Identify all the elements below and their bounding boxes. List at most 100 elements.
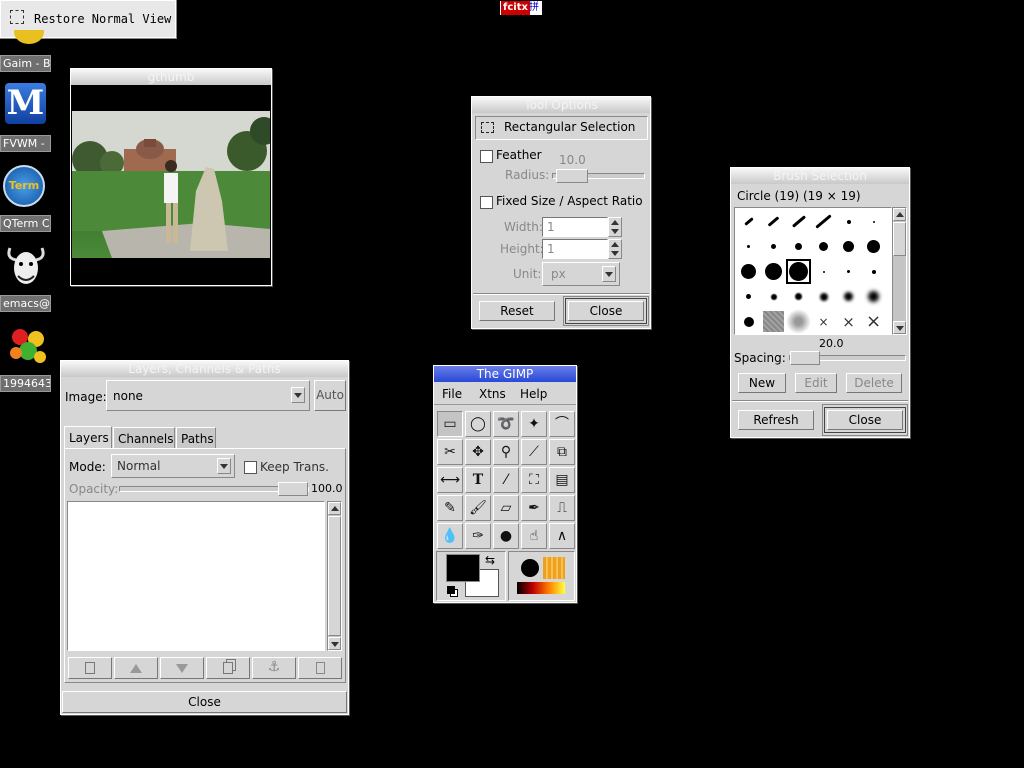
brush-grid[interactable]: × × × bbox=[734, 207, 892, 335]
dodge-burn-tool-icon[interactable]: ● bbox=[493, 523, 519, 549]
lower-layer-button[interactable] bbox=[160, 657, 204, 679]
airbrush-tool-icon[interactable]: ✒ bbox=[521, 495, 547, 521]
width-field[interactable]: 1 bbox=[542, 217, 608, 237]
radius-slider[interactable] bbox=[552, 169, 645, 183]
auto-button[interactable]: Auto bbox=[314, 380, 346, 411]
brush-swatch[interactable] bbox=[786, 259, 811, 284]
width-spin-button[interactable] bbox=[608, 217, 622, 237]
pencil-tool-icon[interactable]: ✎ bbox=[437, 495, 463, 521]
foreground-color-swatch[interactable] bbox=[446, 554, 480, 582]
paintbrush-tool-icon[interactable]: 🖌 bbox=[465, 495, 491, 521]
brush-swatch[interactable]: × bbox=[861, 309, 886, 334]
gaim-icon[interactable] bbox=[8, 30, 48, 48]
bezier-select-tool-icon[interactable]: ⌒ bbox=[549, 411, 575, 437]
clone-tool-icon[interactable]: ⎍ bbox=[549, 495, 575, 521]
flower-app-icon[interactable] bbox=[6, 325, 50, 367]
brush-swatch[interactable] bbox=[761, 284, 786, 309]
desktop-label-fvwm[interactable]: FVWM - bbox=[0, 135, 51, 152]
tool-options-close-button[interactable]: Close bbox=[565, 298, 647, 324]
radius-slider-handle[interactable] bbox=[556, 169, 588, 183]
menu-xtns[interactable]: Xtns bbox=[479, 387, 506, 401]
rect-select-tool-icon[interactable]: ▭ bbox=[437, 411, 463, 437]
new-layer-button[interactable] bbox=[68, 657, 112, 679]
layers-list[interactable] bbox=[67, 501, 325, 651]
layers-scroll-thumb[interactable] bbox=[328, 516, 341, 636]
transform-tool-icon[interactable]: ⧉ bbox=[549, 439, 575, 465]
desktop-label-gaim[interactable]: Gaim - Bu bbox=[0, 55, 51, 72]
qterm-icon[interactable]: Term bbox=[3, 165, 45, 207]
brush-swatch[interactable] bbox=[861, 259, 886, 284]
brush-swatch[interactable] bbox=[861, 234, 886, 259]
gimp-titlebar[interactable]: The GIMP bbox=[434, 366, 576, 382]
layers-close-button[interactable]: Close bbox=[62, 691, 347, 713]
duplicate-layer-button[interactable] bbox=[206, 657, 250, 679]
crop-tool-icon[interactable]: ⟋ bbox=[521, 439, 547, 465]
opacity-slider-handle[interactable] bbox=[278, 482, 308, 496]
flip-tool-icon[interactable]: ⟷ bbox=[437, 467, 463, 493]
brush-swatch[interactable] bbox=[811, 259, 836, 284]
brush-swatch[interactable] bbox=[736, 209, 761, 234]
fixed-size-checkbox[interactable] bbox=[480, 196, 493, 209]
ink-tool-icon[interactable]: ✑ bbox=[465, 523, 491, 549]
brush-scroll-thumb[interactable] bbox=[893, 222, 906, 256]
brush-swatch[interactable] bbox=[861, 209, 886, 234]
brush-swatch[interactable] bbox=[786, 309, 811, 334]
zoom-tool-icon[interactable]: ⚲ bbox=[493, 439, 519, 465]
desktop-label-emacs[interactable]: emacs@t bbox=[0, 295, 51, 312]
brush-swatch[interactable] bbox=[736, 309, 761, 334]
brush-swatch[interactable] bbox=[836, 284, 861, 309]
mode-select[interactable]: Normal bbox=[111, 454, 235, 478]
tab-paths[interactable]: Paths bbox=[176, 427, 216, 449]
blur-tool-icon[interactable]: 💧 bbox=[437, 523, 463, 549]
brush-swatch[interactable] bbox=[786, 209, 811, 234]
ellipse-select-tool-icon[interactable]: ◯ bbox=[465, 411, 491, 437]
spacing-slider[interactable] bbox=[789, 351, 906, 365]
brush-swatch[interactable] bbox=[761, 259, 786, 284]
feather-checkbox[interactable] bbox=[480, 150, 493, 163]
emacs-gnu-icon[interactable] bbox=[4, 244, 48, 288]
raise-layer-button[interactable] bbox=[114, 657, 158, 679]
eraser-tool-icon[interactable]: ▱ bbox=[493, 495, 519, 521]
desktop-label-qterm[interactable]: QTerm C bbox=[0, 215, 51, 232]
brush-swatch[interactable] bbox=[811, 284, 836, 309]
swap-colors-icon[interactable]: ⇆ bbox=[485, 553, 495, 567]
menu-file[interactable]: File bbox=[442, 387, 462, 401]
edit-brush-button[interactable]: Edit bbox=[795, 373, 837, 393]
brush-swatch[interactable] bbox=[836, 234, 861, 259]
brush-swatch[interactable] bbox=[736, 234, 761, 259]
brush-close-button[interactable]: Close bbox=[824, 407, 906, 433]
default-colors-icon[interactable] bbox=[447, 586, 455, 594]
height-spin-button[interactable] bbox=[608, 239, 622, 259]
brush-swatch[interactable] bbox=[861, 284, 886, 309]
brush-scrollbar[interactable] bbox=[892, 207, 907, 335]
brush-indicator[interactable] bbox=[519, 557, 541, 579]
spacing-slider-handle[interactable] bbox=[790, 351, 820, 365]
brush-swatch[interactable] bbox=[736, 259, 761, 284]
layers-scrollbar[interactable] bbox=[327, 501, 342, 651]
text-tool-icon[interactable]: T bbox=[465, 467, 491, 493]
lasso-tool-icon[interactable]: ➰ bbox=[493, 411, 519, 437]
color-picker-tool-icon[interactable]: ⁄ bbox=[493, 467, 519, 493]
layers-titlebar[interactable]: Layers, Channels & Paths bbox=[61, 361, 348, 377]
opacity-slider[interactable] bbox=[119, 482, 309, 496]
height-field[interactable]: 1 bbox=[542, 239, 608, 259]
measure-tool-icon[interactable]: ∧ bbox=[549, 523, 575, 549]
unit-select[interactable]: px bbox=[542, 262, 620, 286]
new-brush-button[interactable]: New bbox=[738, 373, 786, 393]
fvwm-icon[interactable]: M bbox=[5, 83, 46, 124]
tool-options-titlebar[interactable]: Tool Options bbox=[472, 97, 650, 113]
refresh-button[interactable]: Refresh bbox=[738, 410, 814, 430]
bucket-fill-tool-icon[interactable]: ⛶ bbox=[521, 467, 547, 493]
brush-swatch[interactable]: × bbox=[811, 309, 836, 334]
move-tool-icon[interactable]: ✥ bbox=[465, 439, 491, 465]
reset-button[interactable]: Reset bbox=[479, 301, 555, 321]
pattern-indicator[interactable] bbox=[543, 557, 565, 579]
blend-tool-icon[interactable]: ▤ bbox=[549, 467, 575, 493]
brush-swatch[interactable] bbox=[736, 284, 761, 309]
brush-swatch[interactable] bbox=[811, 209, 836, 234]
brush-swatch[interactable] bbox=[763, 311, 784, 332]
brush-swatch[interactable]: × bbox=[836, 309, 861, 334]
tab-channels[interactable]: Channels bbox=[113, 427, 175, 449]
desktop-label-1994643[interactable]: 1994643 bbox=[0, 375, 51, 392]
brush-swatch[interactable] bbox=[761, 209, 786, 234]
